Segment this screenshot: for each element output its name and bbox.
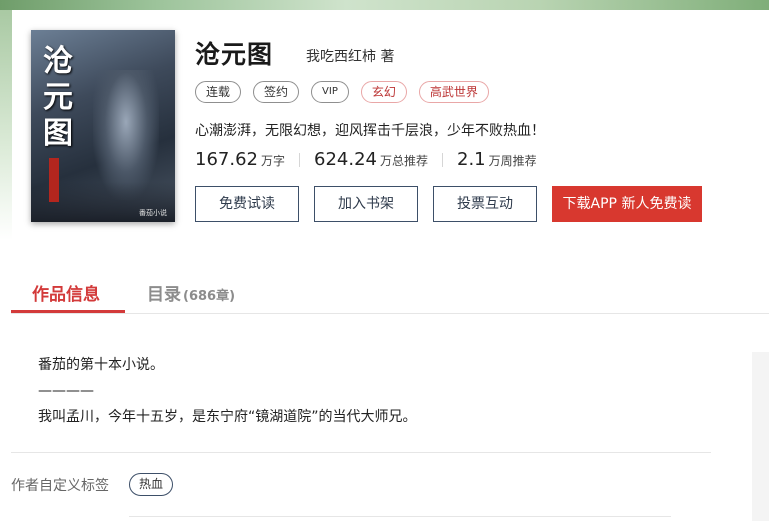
stat-value: 624.24 <box>314 149 377 170</box>
custom-tags-label: 作者自定义标签 <box>11 478 109 494</box>
description-line: 番茄的第十本小说。 <box>38 357 164 373</box>
stat-divider <box>442 152 443 167</box>
tab-work-info-label: 作品信息 <box>32 285 100 305</box>
free-read-button[interactable]: 免费试读 <box>195 186 299 222</box>
stat-value: 2.1 <box>457 149 486 170</box>
tab-table-of-contents[interactable]: 目录 (686章) <box>147 280 235 305</box>
stat-unit: 万字 <box>260 154 285 168</box>
download-app-button[interactable]: 下载APP 新人免费读 <box>552 186 702 222</box>
book-cover[interactable]: 沧元图 番茄小说 <box>31 30 175 222</box>
tag-signed[interactable]: 签约 <box>253 81 300 103</box>
tab-work-info[interactable]: 作品信息 <box>32 280 100 305</box>
book-tags: 连载 签约 VIP 玄幻 高武世界 <box>195 81 489 103</box>
book-description: 番茄的第十本小说。 ———— 我叫孟川，今年十五岁，是东宁府“镜湖道院”的当代大… <box>38 352 417 430</box>
cover-seal <box>49 158 59 202</box>
add-to-shelf-button[interactable]: 加入书架 <box>314 186 418 222</box>
active-tab-indicator <box>11 310 125 313</box>
chapter-count: (686章) <box>183 289 236 304</box>
stat-word-count: 167.62 万字 <box>195 149 285 170</box>
tab-bar: 作品信息 目录 (686章) <box>11 274 769 314</box>
tab-toc-label: 目录 <box>147 285 181 305</box>
custom-tag-hot-blooded[interactable]: 热血 <box>129 473 174 496</box>
vote-button[interactable]: 投票互动 <box>433 186 537 222</box>
stat-unit: 万总推荐 <box>379 154 428 168</box>
cover-figure <box>93 70 159 200</box>
cover-brand: 番茄小说 <box>139 209 167 217</box>
book-slogan: 心潮澎湃，无限幻想，迎风挥击千层浪，少年不败热血！ <box>195 123 545 139</box>
author-name[interactable]: 我吃西红柿 著 <box>306 46 394 66</box>
book-title: 沧元图 <box>195 40 274 69</box>
cover-title: 沧元图 <box>43 44 73 151</box>
right-side-panel <box>752 352 769 521</box>
tag-martial-world[interactable]: 高武世界 <box>418 81 489 103</box>
action-buttons: 免费试读 加入书架 投票互动 下载APP 新人免费读 <box>195 186 702 222</box>
stat-divider <box>299 152 300 167</box>
description-line: ———— <box>38 383 94 399</box>
stat-total-recommend: 624.24 万总推荐 <box>314 149 428 170</box>
stat-value: 167.62 <box>195 149 258 170</box>
stat-weekly-recommend: 2.1 万周推荐 <box>457 149 537 170</box>
section-divider <box>11 452 711 453</box>
tag-serializing[interactable]: 连载 <box>195 81 242 103</box>
tag-fantasy[interactable]: 玄幻 <box>360 81 407 103</box>
tag-vip[interactable]: VIP <box>311 81 349 103</box>
description-line: 我叫孟川，今年十五岁，是东宁府“镜湖道院”的当代大师兄。 <box>38 409 417 425</box>
left-decoration <box>0 10 12 240</box>
book-stats: 167.62 万字 624.24 万总推荐 2.1 万周推荐 <box>195 149 537 170</box>
top-banner <box>0 0 769 10</box>
stat-unit: 万周推荐 <box>488 154 537 168</box>
section-divider <box>129 516 671 517</box>
